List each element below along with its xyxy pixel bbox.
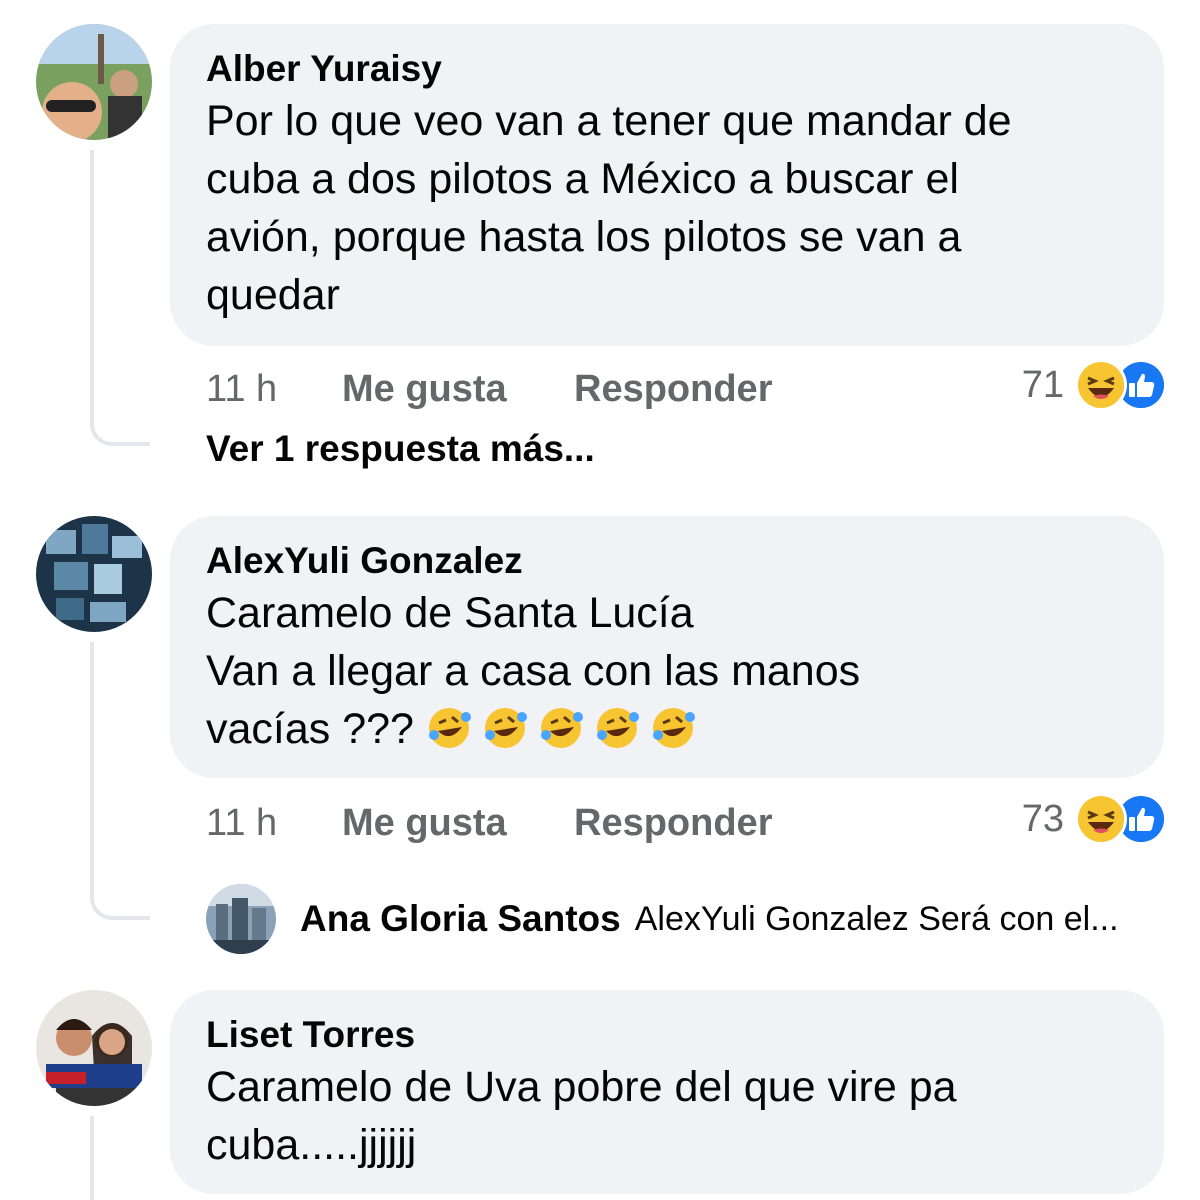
rofl-emoji-icon: [596, 708, 639, 748]
comment-timestamp[interactable]: 11 h: [206, 800, 342, 846]
thread-connector: [90, 150, 150, 446]
comment-author[interactable]: Alber Yuraisy: [206, 46, 1128, 92]
reply-button[interactable]: Responder: [574, 800, 772, 846]
rofl-emoji-icon: [652, 708, 695, 748]
comment-actions: 11 h Me gusta Responder: [206, 800, 772, 846]
thread-connector: [90, 642, 150, 920]
like-icon: [1118, 362, 1164, 408]
comment-text-line: avión, porque hasta los pilotos se van a: [206, 213, 962, 261]
reply-snippet: AlexYuli Gonzalez Será con el...: [634, 899, 1119, 938]
avatar-alexyuli-gonzalez[interactable]: [36, 516, 152, 632]
comment-bubble: AlexYuli Gonzalez Caramelo de Santa Lucí…: [170, 516, 1164, 778]
like-button[interactable]: Me gusta: [342, 366, 574, 412]
comment-text-segment: vacías ???: [206, 705, 414, 753]
avatar-ana-gloria-santos[interactable]: [206, 884, 276, 954]
emoji-row: [426, 705, 706, 753]
reply-author[interactable]: Ana Gloria Santos: [300, 898, 621, 940]
thread-connector: [90, 1116, 150, 1200]
reply-preview[interactable]: Ana Gloria Santos AlexYuli Gonzalez Será…: [206, 884, 1119, 954]
comment-text-line: quedar: [206, 271, 340, 319]
comment-author[interactable]: AlexYuli Gonzalez: [206, 538, 1128, 584]
avatar-alber-yuraisy[interactable]: [36, 24, 152, 140]
comment-text-line: Caramelo de Santa Lucía: [206, 589, 694, 637]
rofl-emoji-icon: [484, 708, 527, 748]
avatar-liset-torres[interactable]: [36, 990, 152, 1106]
like-button[interactable]: Me gusta: [342, 800, 574, 846]
haha-icon: [1078, 796, 1124, 842]
comment-text-line: cuba.....jjjjjj: [206, 1121, 417, 1169]
comment-author[interactable]: Liset Torres: [206, 1012, 1128, 1058]
rofl-emoji-icon: [540, 708, 583, 748]
reaction-count: 73: [1021, 798, 1064, 840]
comment-bubble: Liset Torres Caramelo de Uva pobre del q…: [170, 990, 1164, 1194]
comment-bubble: Alber Yuraisy Por lo que veo van a tener…: [170, 24, 1164, 346]
reply-button[interactable]: Responder: [574, 366, 772, 412]
view-more-replies-link[interactable]: Ver 1 respuesta más...: [206, 426, 595, 472]
comment-text-line: Por lo que veo van a tener que mandar de: [206, 97, 1012, 145]
comment-text-line: Caramelo de Uva pobre del que vire pa: [206, 1063, 957, 1111]
reaction-count: 71: [1021, 364, 1064, 406]
comment-text-line: cuba a dos pilotos a México a buscar el: [206, 155, 959, 203]
comment-text-line: Van a llegar a casa con las manos: [206, 647, 861, 695]
comment-actions: 11 h Me gusta Responder: [206, 366, 772, 412]
reaction-summary[interactable]: 71: [1022, 362, 1164, 408]
haha-icon: [1078, 362, 1124, 408]
reaction-summary[interactable]: 73: [1022, 796, 1164, 842]
comment-text-line: vacías ???: [206, 700, 1128, 758]
comment-timestamp[interactable]: 11 h: [206, 366, 342, 412]
rofl-emoji-icon: [428, 708, 471, 748]
like-icon: [1118, 796, 1164, 842]
